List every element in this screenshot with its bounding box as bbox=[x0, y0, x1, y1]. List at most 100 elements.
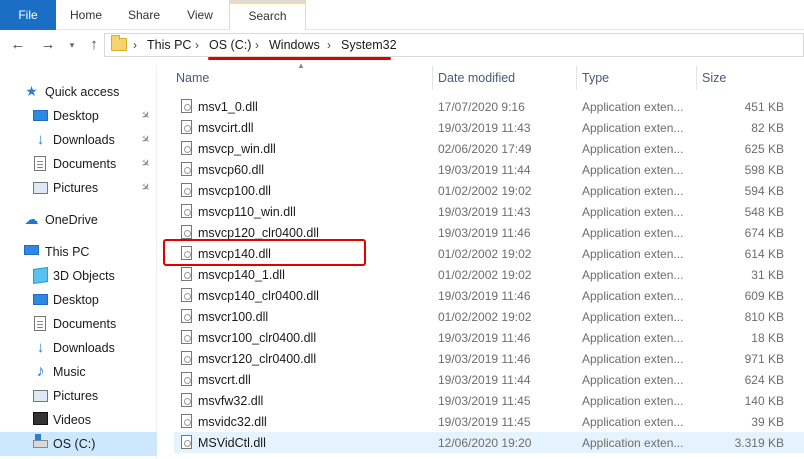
nav-item-desktop-pinned[interactable]: Desktop ✈ bbox=[0, 104, 157, 128]
dll-file-icon bbox=[181, 414, 192, 428]
breadcrumb-separator-icon[interactable]: › bbox=[255, 38, 259, 52]
file-name: msv1_0.dll bbox=[198, 100, 258, 114]
tab-view[interactable]: View bbox=[176, 0, 224, 30]
column-header-type[interactable]: Type bbox=[582, 66, 609, 90]
nav-item-label: Pictures bbox=[53, 389, 99, 403]
file-row[interactable]: msvcr100_clr0400.dll 19/03/2019 11:46 Ap… bbox=[174, 327, 804, 348]
navigation-bar: ← → ▾ ↑ › This PC › OS (C:) › Windows › … bbox=[0, 30, 804, 60]
dll-file-icon bbox=[181, 435, 192, 449]
file-row[interactable]: msvcirt.dll 19/03/2019 11:43 Application… bbox=[174, 117, 804, 138]
file-row[interactable]: msvcr100.dll 01/02/2002 19:02 Applicatio… bbox=[174, 306, 804, 327]
file-row[interactable]: msvcp140_1.dll 01/02/2002 19:02 Applicat… bbox=[174, 264, 804, 285]
column-divider[interactable] bbox=[432, 66, 433, 90]
file-size: 614 KB bbox=[744, 247, 784, 261]
dll-file-icon bbox=[181, 204, 192, 218]
file-type: Application exten... bbox=[582, 352, 684, 366]
recent-locations-chevron-icon[interactable]: ▾ bbox=[62, 35, 82, 55]
file-row[interactable]: msvidc32.dll 19/03/2019 11:45 Applicatio… bbox=[174, 411, 804, 432]
file-name: msvcp110_win.dll bbox=[198, 205, 296, 219]
file-row[interactable]: msvcp60.dll 19/03/2019 11:44 Application… bbox=[174, 159, 804, 180]
file-size: 598 KB bbox=[744, 163, 784, 177]
file-row[interactable]: msvcp140_clr0400.dll 19/03/2019 11:46 Ap… bbox=[174, 285, 804, 306]
nav-item-label: This PC bbox=[45, 245, 90, 259]
file-date: 19/03/2019 11:44 bbox=[438, 373, 531, 387]
file-row[interactable]: msvfw32.dll 19/03/2019 11:45 Application… bbox=[174, 390, 804, 411]
file-size: 971 KB bbox=[744, 352, 784, 366]
file-type: Application exten... bbox=[582, 436, 684, 450]
nav-item-label: Downloads bbox=[53, 341, 115, 355]
file-name: MSVidCtl.dll bbox=[198, 436, 266, 450]
file-name: msvcp140_clr0400.dll bbox=[198, 289, 319, 303]
nav-item-os-c[interactable]: OS (C:) bbox=[0, 432, 157, 456]
forward-arrow-icon[interactable]: → bbox=[38, 35, 58, 55]
tab-search[interactable]: Search bbox=[229, 0, 306, 31]
back-arrow-icon[interactable]: ← bbox=[8, 35, 28, 55]
file-date: 01/02/2002 19:02 bbox=[438, 310, 532, 324]
column-header-size[interactable]: Size bbox=[702, 66, 726, 90]
file-name: msvcp60.dll bbox=[198, 163, 264, 177]
file-row[interactable]: msvcp100.dll 01/02/2002 19:02 Applicatio… bbox=[174, 180, 804, 201]
nav-item-label: Downloads bbox=[53, 133, 115, 147]
file-name: msvcp120_clr0400.dll bbox=[198, 226, 319, 240]
pin-icon[interactable]: ✈ bbox=[138, 156, 154, 171]
breadcrumb-os-c[interactable]: OS (C:) bbox=[209, 38, 251, 52]
file-date: 19/03/2019 11:43 bbox=[438, 205, 531, 219]
download-icon: ↓ bbox=[36, 131, 45, 148]
nav-item-label: Quick access bbox=[45, 85, 120, 99]
nav-item-3d-objects[interactable]: 3D Objects bbox=[0, 264, 157, 288]
nav-item-downloads-pinned[interactable]: ↓ Downloads ✈ bbox=[0, 128, 157, 152]
nav-item-music[interactable]: ♪ Music bbox=[0, 360, 157, 384]
pin-icon[interactable]: ✈ bbox=[138, 132, 154, 147]
dll-file-icon bbox=[181, 183, 192, 197]
dll-file-icon bbox=[181, 225, 192, 239]
nav-item-pictures-pinned[interactable]: Pictures ✈ bbox=[0, 176, 157, 200]
file-row[interactable]: msvcrt.dll 19/03/2019 11:44 Application … bbox=[174, 369, 804, 390]
address-bar[interactable]: › This PC › OS (C:) › Windows › System32 bbox=[104, 33, 804, 57]
file-size: 3.319 KB bbox=[734, 436, 784, 450]
nav-item-onedrive[interactable]: ☁ OneDrive bbox=[0, 208, 157, 232]
desktop-icon bbox=[33, 294, 48, 305]
pin-icon[interactable]: ✈ bbox=[138, 180, 154, 195]
file-date: 19/03/2019 11:46 bbox=[438, 289, 531, 303]
file-date: 19/03/2019 11:43 bbox=[438, 121, 531, 135]
breadcrumb-separator-icon[interactable]: › bbox=[327, 38, 331, 52]
tab-file[interactable]: File bbox=[0, 0, 56, 30]
nav-item-label: Desktop bbox=[53, 109, 99, 123]
nav-item-videos[interactable]: Videos bbox=[0, 408, 157, 432]
tab-home[interactable]: Home bbox=[62, 0, 110, 30]
nav-item-desktop[interactable]: Desktop bbox=[0, 288, 157, 312]
column-divider[interactable] bbox=[576, 66, 577, 90]
dll-file-icon bbox=[181, 372, 192, 386]
file-row[interactable]: msv1_0.dll 17/07/2020 9:16 Application e… bbox=[174, 96, 804, 117]
file-row[interactable]: msvcr120_clr0400.dll 19/03/2019 11:46 Ap… bbox=[174, 348, 804, 369]
nav-item-quick-access[interactable]: ★ Quick access bbox=[0, 80, 157, 104]
file-row[interactable]: msvcp110_win.dll 19/03/2019 11:43 Applic… bbox=[174, 201, 804, 222]
sort-chevron-icon: ▲ bbox=[297, 61, 305, 70]
3d-objects-icon bbox=[33, 266, 48, 285]
nav-item-documents-pinned[interactable]: Documents ✈ bbox=[0, 152, 157, 176]
breadcrumb-system32[interactable]: System32 bbox=[341, 38, 397, 52]
file-row[interactable]: msvcp_win.dll 02/06/2020 17:49 Applicati… bbox=[174, 138, 804, 159]
tab-share[interactable]: Share bbox=[120, 0, 168, 30]
pin-icon[interactable]: ✈ bbox=[138, 108, 154, 123]
file-size: 39 KB bbox=[751, 415, 784, 429]
nav-item-downloads[interactable]: ↓ Downloads bbox=[0, 336, 157, 360]
dll-file-icon bbox=[181, 99, 192, 113]
nav-item-pictures[interactable]: Pictures bbox=[0, 384, 157, 408]
breadcrumb-windows[interactable]: Windows bbox=[269, 38, 320, 52]
file-row[interactable]: MSVidCtl.dll 12/06/2020 19:20 Applicatio… bbox=[174, 432, 804, 453]
breadcrumb-separator-icon[interactable]: › bbox=[133, 38, 137, 52]
breadcrumb-this-pc[interactable]: This PC bbox=[147, 38, 191, 52]
file-type: Application exten... bbox=[582, 331, 684, 345]
file-type: Application exten... bbox=[582, 310, 684, 324]
column-header-date[interactable]: Date modified bbox=[438, 66, 515, 90]
column-divider[interactable] bbox=[696, 66, 697, 90]
file-name: msvcp_win.dll bbox=[198, 142, 276, 156]
nav-item-documents[interactable]: Documents bbox=[0, 312, 157, 336]
dll-file-icon bbox=[181, 330, 192, 344]
documents-icon bbox=[34, 156, 46, 171]
nav-item-this-pc[interactable]: This PC bbox=[0, 240, 157, 264]
column-header-name[interactable]: Name bbox=[176, 66, 209, 90]
breadcrumb-separator-icon[interactable]: › bbox=[195, 38, 199, 52]
up-arrow-icon[interactable]: ↑ bbox=[84, 35, 104, 55]
